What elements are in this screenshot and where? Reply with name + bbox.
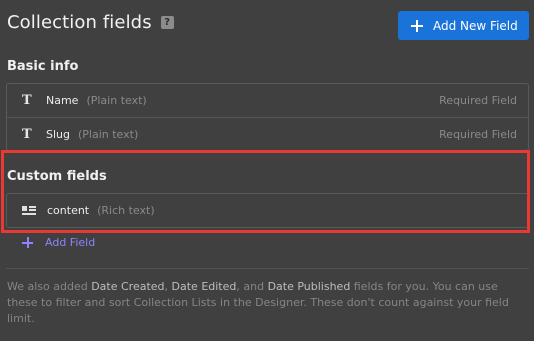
add-field-label: Add Field (45, 236, 96, 249)
info-note: We also added Date Created, Date Edited,… (7, 279, 525, 327)
field-type: (Plain text) (78, 127, 139, 141)
note-date-published: Date Published (267, 280, 351, 293)
text-type-icon: T (22, 93, 32, 108)
header: Collection fields ? (7, 8, 174, 36)
note-date-created: Date Created (91, 280, 165, 293)
page-title: Collection fields (7, 11, 152, 33)
divider (6, 268, 529, 269)
plus-icon (22, 237, 33, 248)
note-text: , (164, 280, 172, 293)
field-row-slug[interactable]: T Slug (Plain text) Required Field (7, 117, 528, 150)
add-new-field-label: Add New Field (433, 18, 518, 33)
basic-info-list: T Name (Plain text) Required Field T Slu… (6, 83, 529, 151)
note-date-edited: Date Edited (171, 280, 237, 293)
field-row-name[interactable]: T Name (Plain text) Required Field (7, 84, 528, 117)
field-name: Slug (46, 127, 70, 141)
highlight-box (1, 150, 530, 233)
required-label: Required Field (439, 127, 517, 141)
add-field-button[interactable]: Add Field (22, 236, 95, 249)
plus-icon (411, 19, 423, 32)
basic-info-heading: Basic info (7, 59, 79, 74)
field-name: Name (46, 94, 79, 107)
note-text: We also added (7, 280, 92, 293)
note-text: , and (236, 280, 268, 293)
field-type: (Plain text) (86, 94, 147, 107)
required-label: Required Field (439, 94, 517, 107)
text-type-icon: T (22, 126, 32, 142)
add-new-field-button[interactable]: Add New Field (398, 11, 529, 40)
help-icon[interactable]: ? (160, 15, 174, 29)
